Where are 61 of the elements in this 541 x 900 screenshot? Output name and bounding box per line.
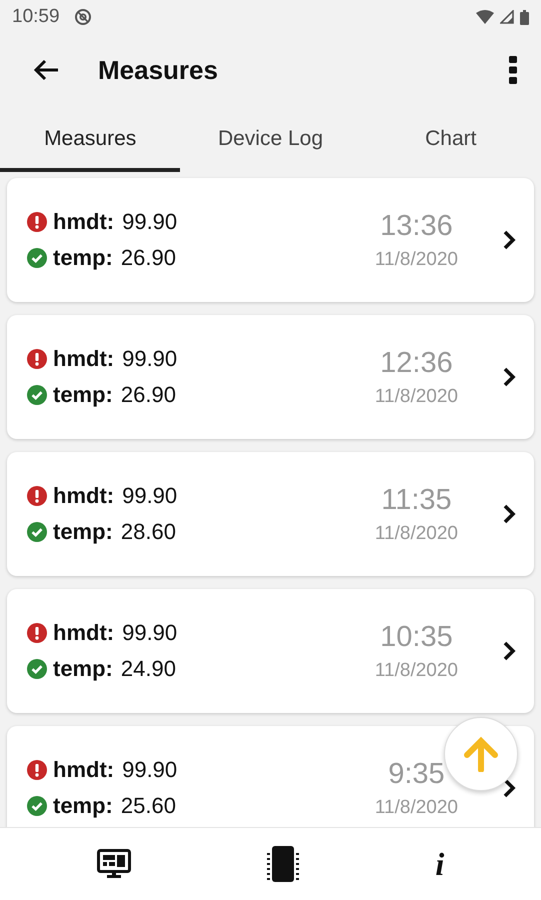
reading-label: hmdt:	[53, 346, 114, 372]
reading-value: 25.60	[120, 793, 176, 819]
measure-card[interactable]: hmdt: 99.90 temp: 26.90 13:36 11/8/2020	[7, 178, 534, 302]
measure-date: 11/8/2020	[374, 386, 458, 408]
alert-icon	[27, 349, 47, 369]
monitor-nav-button[interactable]	[94, 847, 133, 881]
alert-icon	[27, 623, 47, 643]
reading-value: 99.90	[122, 346, 178, 372]
check-icon	[27, 796, 47, 816]
chevron-right-icon	[502, 366, 516, 388]
alert-icon	[27, 760, 47, 780]
measure-card[interactable]: hmdt: 99.90 temp: 25.60 9:35 11/8/2020	[7, 726, 534, 827]
measure-date: 11/8/2020	[374, 248, 458, 270]
reading-label: temp:	[53, 382, 113, 408]
measure-time: 10:35	[380, 620, 453, 654]
chevron-right-icon	[502, 503, 516, 525]
check-icon	[27, 385, 47, 405]
measure-card[interactable]: hmdt: 99.90 temp: 24.90 10:35 11/8/2020	[7, 589, 534, 713]
info-nav-button[interactable]: i	[433, 844, 446, 884]
reading-label: temp:	[53, 656, 113, 682]
alert-icon	[27, 486, 47, 506]
measure-time: 9:35	[388, 758, 445, 790]
reading-value: 28.60	[120, 519, 176, 545]
reading-value: 99.90	[122, 209, 178, 235]
measure-card[interactable]: hmdt: 99.90 temp: 28.60 11:35 11/8/2020	[7, 452, 534, 576]
screen-title: Measures	[98, 54, 218, 86]
status-time: 10:59	[12, 6, 60, 28]
reading-value: 99.90	[122, 483, 178, 509]
battery-icon	[520, 10, 529, 24]
chevron-right-icon	[502, 777, 516, 799]
measure-date: 11/8/2020	[374, 522, 458, 544]
tab[interactable]: Chart	[360, 106, 541, 172]
reading-label: hmdt:	[53, 209, 114, 235]
reading-value: 26.90	[120, 382, 176, 408]
measure-time: 13:36	[380, 210, 453, 242]
reading-label: hmdt:	[53, 757, 114, 783]
measure-time: 12:36	[380, 346, 453, 380]
arrow-up-icon	[462, 736, 500, 772]
chevron-right-icon	[502, 229, 516, 251]
measure-card[interactable]: hmdt: 99.90 temp: 26.90 12:36 11/8/2020	[7, 315, 534, 439]
wifi-icon	[476, 10, 494, 24]
reading-label: temp:	[53, 245, 113, 271]
reading-value: 99.90	[122, 620, 178, 646]
reading-value: 26.90	[120, 245, 176, 271]
reading-value: 99.90	[122, 757, 178, 783]
measure-date: 11/8/2020	[374, 660, 458, 682]
reading-label: temp:	[53, 519, 113, 545]
measure-date: 11/8/2020	[374, 796, 458, 818]
measure-time: 11:35	[381, 484, 452, 516]
alert-icon	[27, 212, 47, 232]
reading-value: 24.90	[120, 656, 176, 682]
reading-label: hmdt:	[53, 483, 114, 509]
check-icon	[27, 659, 47, 679]
chevron-right-icon	[502, 640, 516, 662]
check-icon	[27, 522, 47, 542]
tab[interactable]: Device Log	[180, 106, 361, 172]
check-icon	[27, 248, 47, 268]
signal-icon	[500, 10, 514, 24]
tab[interactable]: Measures	[0, 106, 180, 172]
reading-label: hmdt:	[53, 620, 114, 646]
reading-label: temp:	[53, 793, 113, 819]
